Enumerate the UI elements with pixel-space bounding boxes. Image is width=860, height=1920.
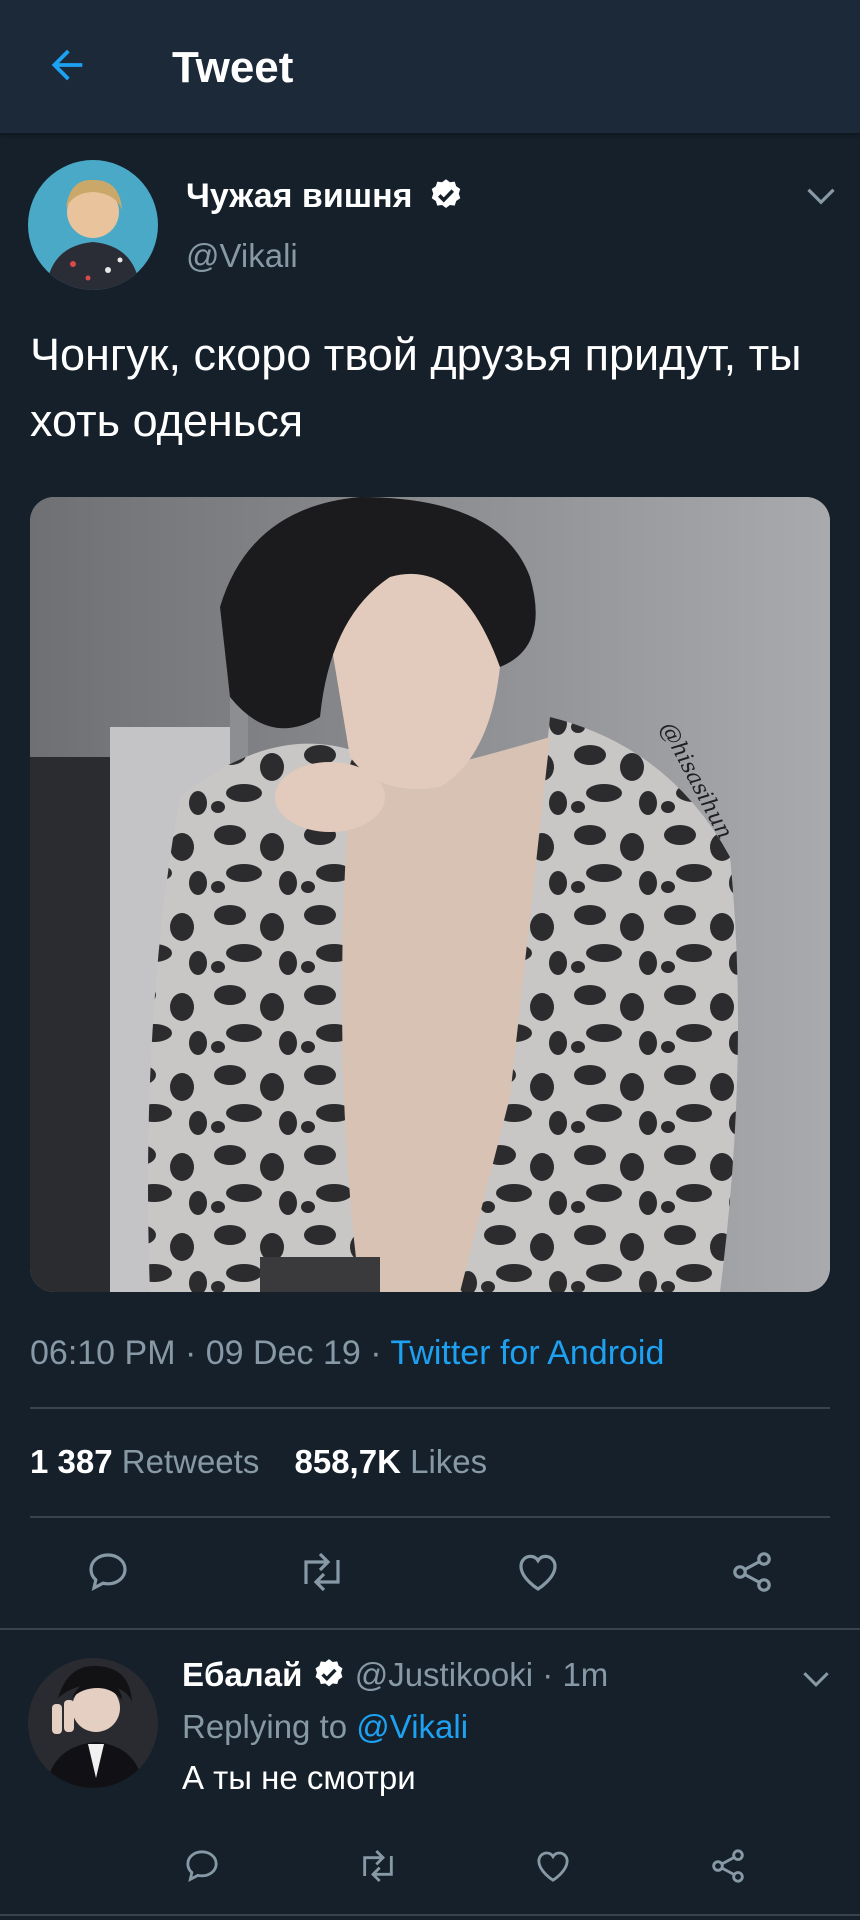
tweet-text: Чонгук, скоро твой друзья придут, ты хот…	[30, 329, 802, 446]
author-avatar[interactable]	[28, 160, 158, 290]
verified-badge-icon	[431, 179, 461, 209]
verified-badge-icon	[315, 1659, 342, 1687]
divider	[30, 1407, 830, 1409]
meta-separator: ·	[542, 1656, 554, 1693]
reply-header: Ебалай @Justikooki · 1m	[182, 1655, 608, 1695]
share-icon[interactable]	[708, 1846, 748, 1886]
author-handle: @Vikali	[186, 237, 298, 274]
tweet-metadata: 06:10 PM · 09 Dec 19 · Twitter for Andro…	[30, 1333, 664, 1373]
retweet-icon[interactable]	[296, 1548, 348, 1596]
author-name-row[interactable]: Чужая вишня	[186, 176, 464, 216]
replying-to-label: Replying to	[182, 1708, 348, 1745]
replying-to-line: Replying to @Vikali	[182, 1707, 468, 1747]
arrow-left-icon[interactable]	[44, 42, 90, 88]
tweet-date: 09 Dec 19	[205, 1334, 361, 1372]
retweets-label: Retweets	[121, 1443, 260, 1480]
divider	[30, 1516, 830, 1518]
likes-count: 858,7K	[294, 1443, 401, 1480]
reply-author-name[interactable]: Ебалай	[182, 1656, 302, 1693]
heart-icon[interactable]	[533, 1846, 573, 1886]
tweet-stats: 1 387 Retweets 858,7K Likes	[30, 1442, 487, 1482]
chevron-down-icon[interactable]	[802, 1668, 830, 1690]
reply-author-handle: @Justikooki	[354, 1656, 534, 1693]
meta-separator: ·	[370, 1334, 382, 1372]
retweet-icon[interactable]	[356, 1846, 400, 1886]
tweet-image[interactable]: @hisasihun	[30, 497, 830, 1292]
reply-text: А ты не смотри	[182, 1759, 416, 1796]
divider	[0, 1914, 860, 1916]
page-title: Tweet	[172, 43, 294, 92]
retweets-stat[interactable]: 1 387 Retweets	[30, 1443, 259, 1480]
tweet-source-link[interactable]: Twitter for Android	[390, 1334, 664, 1372]
tweet-time: 06:10 PM	[30, 1334, 176, 1372]
retweets-count: 1 387	[30, 1443, 113, 1480]
reply-icon[interactable]	[84, 1548, 132, 1596]
replying-to-handle[interactable]: @Vikali	[356, 1708, 468, 1745]
likes-label: Likes	[410, 1443, 488, 1480]
top-app-bar: Tweet	[0, 0, 860, 133]
reply-time: 1m	[562, 1656, 609, 1693]
heart-icon[interactable]	[514, 1548, 562, 1596]
reply-author-avatar[interactable]	[28, 1658, 158, 1788]
likes-stat[interactable]: 858,7K Likes	[295, 1443, 488, 1480]
share-icon[interactable]	[728, 1548, 776, 1596]
meta-separator: ·	[184, 1334, 197, 1372]
reply-icon[interactable]	[182, 1846, 222, 1886]
chevron-down-icon[interactable]	[806, 184, 836, 208]
divider	[0, 1628, 860, 1630]
author-name: Чужая вишня	[186, 177, 413, 215]
